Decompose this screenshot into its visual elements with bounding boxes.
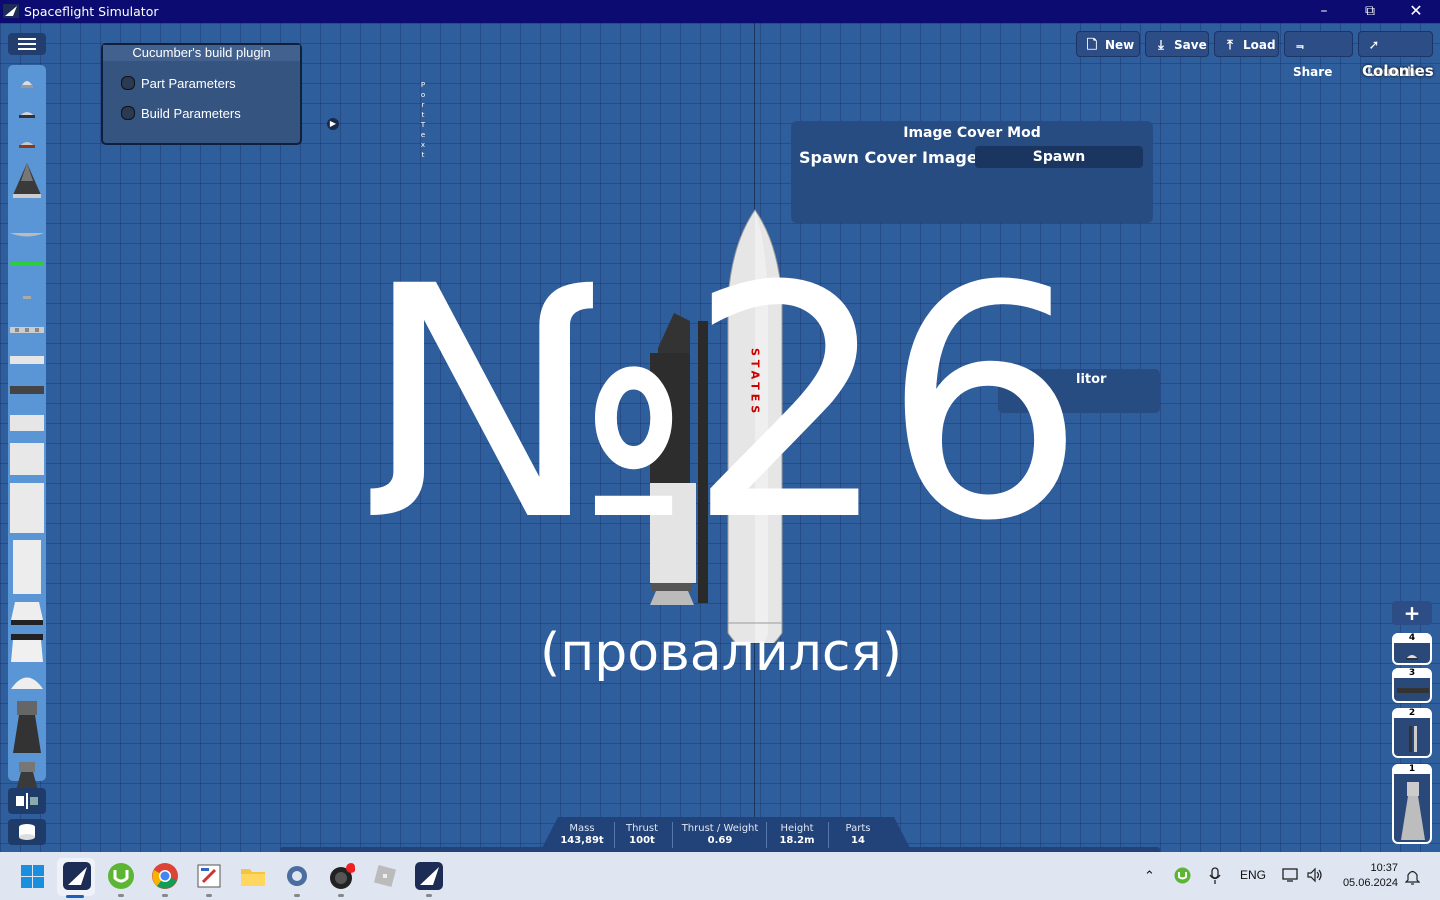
hamburger-menu-icon[interactable] — [8, 33, 46, 55]
part-nose-cone[interactable] — [8, 671, 46, 691]
part-fuel-tank-tall[interactable] — [8, 539, 46, 595]
notification-bell-icon[interactable] — [1405, 868, 1420, 885]
plugin-title: Cucumber's build plugin — [103, 45, 300, 61]
stage-2[interactable]: 2 — [1392, 708, 1432, 758]
build-parameters-option[interactable]: Build Parameters — [121, 106, 241, 121]
roblox-icon[interactable] — [371, 862, 399, 890]
vertical-port-text: PortText — [420, 81, 426, 159]
clock-time: 10:37 — [1370, 862, 1398, 874]
network-icon[interactable] — [1282, 867, 1300, 883]
part-engine-large[interactable] — [8, 699, 46, 755]
microphone-icon[interactable] — [1209, 867, 1221, 885]
symmetry-toggle-icon[interactable] — [8, 788, 46, 814]
editor-app-icon[interactable] — [195, 862, 223, 890]
settings-gear-icon[interactable] — [283, 862, 311, 890]
file-explorer-icon[interactable] — [239, 862, 267, 890]
part-capsule-medium[interactable] — [8, 101, 46, 123]
save-button[interactable]: ⤓ Save — [1145, 31, 1209, 57]
chevron-up-icon[interactable]: ⌃ — [1144, 868, 1155, 884]
stat-height: Height 18.2m — [779, 823, 815, 846]
close-icon[interactable]: ✕ — [1393, 0, 1439, 23]
part-parachute[interactable] — [8, 257, 46, 271]
download-icon: ⤓ — [1158, 38, 1164, 53]
part-small-separator[interactable] — [8, 293, 46, 303]
upload-icon: ⤒ — [1227, 38, 1233, 53]
start-icon[interactable] — [21, 865, 44, 888]
part-engine-fairing[interactable] — [8, 599, 46, 627]
obs-icon[interactable] — [327, 862, 355, 890]
chrome-icon[interactable] — [151, 862, 179, 890]
spaceflight-simulator-taskbar-icon[interactable] — [63, 862, 91, 890]
parts-sidebar — [8, 65, 46, 794]
spaceflight-simulator-second-icon[interactable] — [415, 862, 443, 890]
toggle-icon[interactable] — [121, 106, 135, 120]
volume-icon[interactable] — [1306, 867, 1324, 883]
build-plugin-panel: Cucumber's build plugin Part Parameters … — [101, 43, 302, 145]
overlay-number-text: №26 — [362, 219, 1086, 591]
part-parameters-option[interactable]: Part Parameters — [121, 76, 236, 91]
image-cover-mod-panel: Image Cover Mod Spawn Cover Image Spawn — [791, 121, 1153, 223]
stat-thrust: Thrust 100t — [625, 823, 659, 846]
part-capsule-heatshield[interactable] — [8, 131, 46, 153]
add-stage-button[interactable]: + — [1392, 601, 1432, 625]
parts-category-icon[interactable] — [8, 819, 46, 845]
part-capsule-small[interactable] — [8, 71, 46, 93]
stat-mass: Mass 143,89t — [560, 823, 604, 846]
spawn-cover-label: Spawn Cover Image — [799, 148, 978, 167]
new-button[interactable]: 🗋 New — [1076, 31, 1140, 57]
editor-panel-title: litor — [1076, 372, 1107, 387]
part-docking-port[interactable] — [8, 323, 46, 337]
spawn-button[interactable]: Spawn — [975, 146, 1143, 168]
mod-title: Image Cover Mod — [903, 125, 1041, 141]
stage-3[interactable]: 3 — [1392, 668, 1432, 703]
rocket-stats-bar: Mass 143,89t Thrust 100t Thrust / Weight 0.… — [540, 817, 912, 852]
taskbar: ⌃ ENG 10:37 05.06.2024 — [0, 852, 1440, 900]
part-command-pod[interactable] — [8, 160, 46, 200]
app-icon — [3, 4, 19, 18]
part-fuel-tank-medium[interactable] — [8, 441, 46, 477]
part-fuel-tank-small[interactable] — [8, 413, 46, 433]
share-button[interactable]: ⫬Share — [1284, 31, 1353, 79]
stage-4[interactable]: 4 — [1392, 633, 1432, 665]
clock-date: 05.06.2024 — [1342, 877, 1398, 889]
build-workspace[interactable]: Cucumber's build plugin Part Parameters … — [0, 23, 1440, 852]
window-title: Spaceflight Simulator — [24, 4, 159, 19]
toggle-icon[interactable] — [121, 76, 135, 90]
utorrent-tray-icon[interactable] — [1174, 867, 1191, 884]
build-parameters-label: Build Parameters — [141, 106, 241, 121]
part-fuel-tank-large[interactable] — [8, 481, 46, 535]
part-parameters-label: Part Parameters — [141, 76, 236, 91]
play-icon[interactable]: ▶ — [327, 118, 339, 130]
stat-thrust-weight: Thrust / Weight 0.69 — [681, 823, 759, 846]
title-bar: Spaceflight Simulator – ⧉ ✕ — [0, 0, 1440, 23]
launch-button[interactable]: ➚Launch — [1358, 31, 1433, 79]
part-fuel-tank-thin[interactable] — [8, 353, 46, 367]
rocket-icon: ➚ — [1368, 38, 1380, 53]
restore-icon[interactable]: ⧉ — [1347, 0, 1393, 23]
part-engine-fairing-large[interactable] — [8, 631, 46, 665]
minimize-icon[interactable]: – — [1301, 0, 1347, 23]
part-decoupler[interactable] — [8, 383, 46, 397]
part-heatshield[interactable] — [8, 227, 46, 241]
stat-parts: Parts 14 — [845, 823, 871, 846]
share-icon: ⫬ — [1296, 38, 1304, 53]
load-button[interactable]: ⤒ Load — [1214, 31, 1279, 57]
stage-1[interactable]: 1 — [1392, 764, 1432, 844]
language-indicator[interactable]: ENG — [1240, 868, 1266, 882]
clock[interactable]: 10:37 05.06.2024 — [1340, 861, 1398, 891]
overlay-status-text: (провалился) — [540, 623, 903, 683]
new-file-icon: 🗋 — [1086, 38, 1098, 53]
colonies-button[interactable]: Colonies — [1362, 62, 1434, 80]
utorrent-icon[interactable] — [107, 862, 135, 890]
